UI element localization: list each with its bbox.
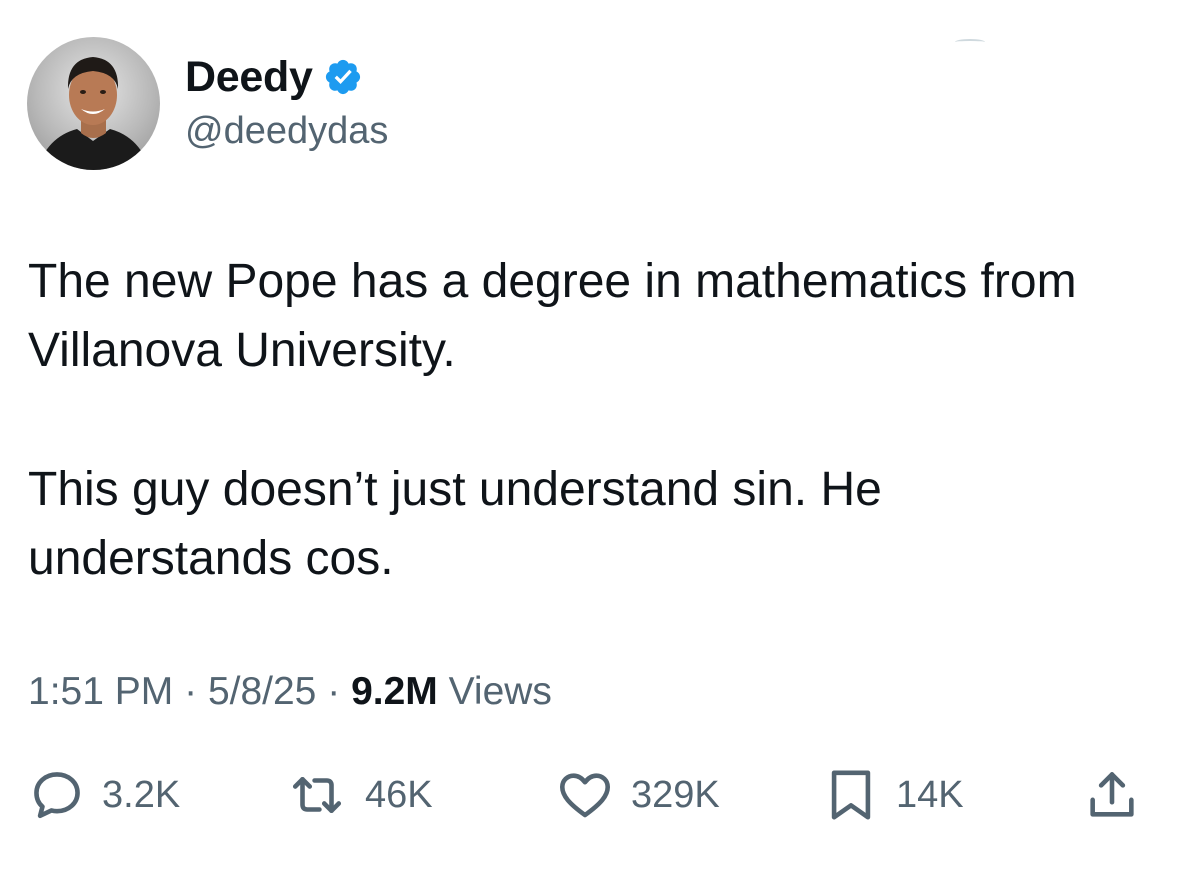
like-count: 329K <box>631 773 720 816</box>
author-handle[interactable]: @deedydas <box>185 110 388 153</box>
tweet-time[interactable]: 1:51 PM <box>28 670 173 713</box>
reply-count: 3.2K <box>102 773 181 816</box>
author-block: Deedy @deedydas <box>185 52 388 153</box>
avatar-image <box>37 57 150 170</box>
author-display-name[interactable]: Deedy <box>185 53 313 102</box>
tweet-date[interactable]: 5/8/25 <box>208 670 316 713</box>
tweet-text: The new Pope has a degree in mathematics… <box>28 247 1158 593</box>
share-icon <box>1090 772 1134 817</box>
bookmark-button[interactable]: 14K <box>822 760 964 830</box>
share-button[interactable] <box>1083 760 1141 830</box>
meta-separator: · <box>184 670 198 713</box>
bookmark-count: 14K <box>896 773 964 816</box>
like-button[interactable]: 329K <box>555 760 720 830</box>
tweet-metadata: 1:51 PM · 5/8/25 · 9.2M Views <box>28 670 552 714</box>
tweet-paragraph-2: This guy doesn’t just understand sin. He… <box>28 463 882 585</box>
repost-count: 46K <box>365 773 433 816</box>
top-edge-mark <box>955 39 985 45</box>
bookmark-icon <box>831 770 871 820</box>
repost-icon <box>292 776 342 814</box>
reply-icon <box>34 772 80 819</box>
heart-icon <box>559 773 611 818</box>
verified-badge-icon[interactable] <box>323 57 363 97</box>
views-label[interactable]: Views <box>449 670 552 713</box>
action-bar: 3.2K 46K 329K 14K <box>0 760 1179 830</box>
tweet-paragraph-1: The new Pope has a degree in mathematics… <box>28 255 1077 377</box>
reply-button[interactable]: 3.2K <box>28 760 180 830</box>
views-count[interactable]: 9.2M <box>351 670 438 713</box>
tweet-card: Deedy @deedydas The new Pope has a degre… <box>0 0 1179 877</box>
repost-button[interactable]: 46K <box>285 760 433 830</box>
author-name-row: Deedy <box>185 52 388 102</box>
meta-separator: · <box>327 670 341 713</box>
avatar[interactable] <box>27 37 160 170</box>
